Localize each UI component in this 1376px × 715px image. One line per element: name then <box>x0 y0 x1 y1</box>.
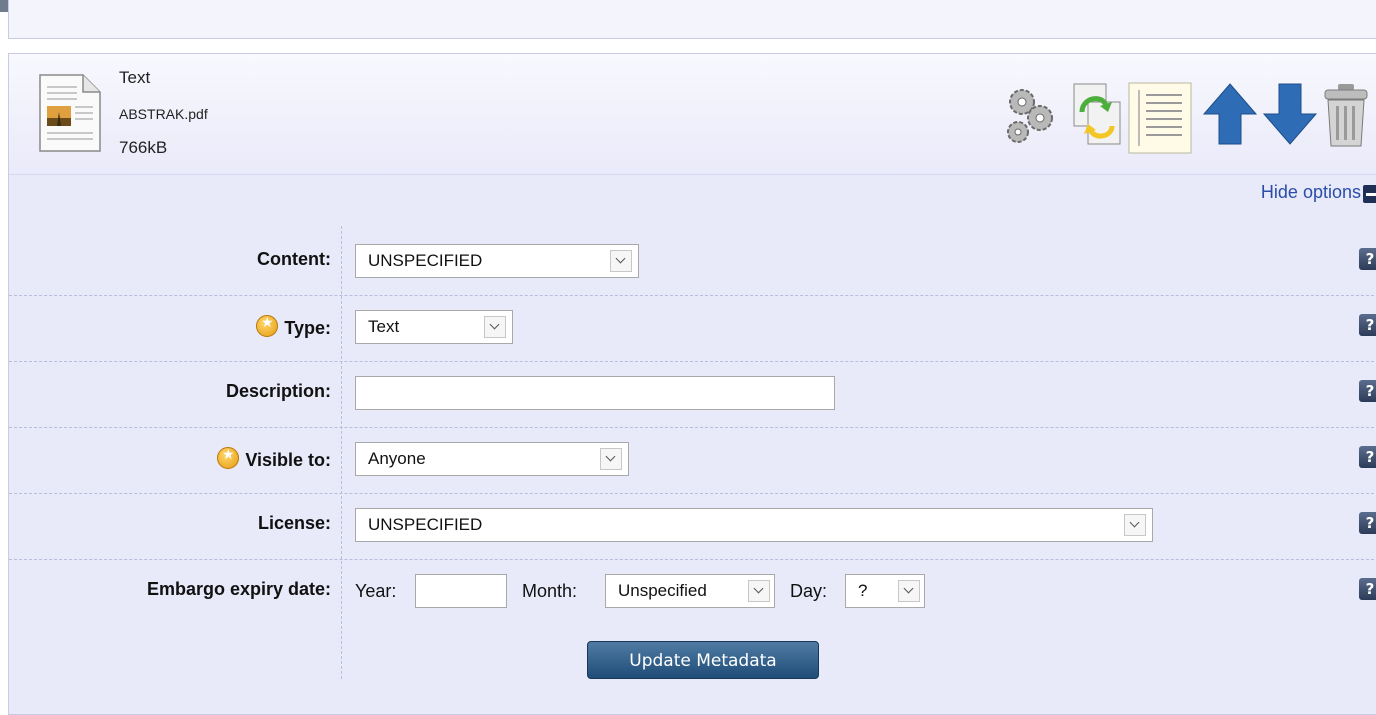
description-help-icon[interactable]: ? <box>1359 380 1376 402</box>
type-select[interactable]: Text <box>355 310 513 344</box>
chevron-down-icon <box>610 250 632 272</box>
top-section-box <box>8 0 1376 39</box>
collapse-icon[interactable] <box>1363 185 1376 203</box>
required-star-icon <box>256 315 279 337</box>
move-up-icon[interactable] <box>1202 82 1258 146</box>
visible-select[interactable]: Anyone <box>355 442 629 476</box>
content-help-icon[interactable]: ? <box>1359 248 1376 270</box>
visible-label-wrap: Visible to: <box>217 447 331 471</box>
license-select[interactable]: UNSPECIFIED <box>355 508 1153 542</box>
content-label: Content: <box>257 249 331 269</box>
visible-label: Visible to: <box>245 450 331 470</box>
description-label: Description: <box>225 381 331 401</box>
embargo-help-icon[interactable]: ? <box>1359 578 1376 600</box>
month-select[interactable]: Unspecified <box>605 574 775 608</box>
chevron-down-icon <box>748 580 770 602</box>
chevron-down-icon <box>898 580 920 602</box>
visible-help-icon[interactable]: ? <box>1359 446 1376 468</box>
license-help-icon[interactable]: ? <box>1359 512 1376 534</box>
file-type-label: Text <box>119 68 151 87</box>
trash-icon[interactable] <box>1322 82 1370 148</box>
required-star-icon <box>217 447 240 469</box>
visible-select-value: Anyone <box>368 449 426 468</box>
update-metadata-button[interactable]: Update Metadata <box>587 641 819 679</box>
year-input[interactable] <box>415 574 507 608</box>
year-label: Year: <box>355 581 397 601</box>
day-select[interactable]: ? <box>845 574 925 608</box>
chevron-down-icon <box>1124 514 1146 536</box>
day-select-value: ? <box>858 581 868 600</box>
content-row: Content: UNSPECIFIED ? <box>9 229 1376 296</box>
gears-icon[interactable] <box>1002 82 1058 148</box>
type-row: Type: Text ? <box>9 295 1376 362</box>
document-thumbnail-icon[interactable] <box>39 74 101 152</box>
document-panel: Text ABSTRAK.pdf 766kB Hide options Cont… <box>8 53 1376 715</box>
license-row: License: UNSPECIFIED ? <box>9 493 1376 560</box>
details-page-icon[interactable] <box>1128 82 1194 156</box>
embargo-label: Embargo expiry date: <box>146 579 331 599</box>
content-select-value: UNSPECIFIED <box>368 251 483 270</box>
type-help-icon[interactable]: ? <box>1359 314 1376 336</box>
type-select-value: Text <box>368 317 400 336</box>
day-label: Day: <box>790 581 828 601</box>
month-select-value: Unspecified <box>618 581 707 600</box>
hide-options-link[interactable]: Hide options <box>1261 182 1361 203</box>
file-header: Text ABSTRAK.pdf 766kB <box>9 54 1376 175</box>
content-select[interactable]: UNSPECIFIED <box>355 244 639 278</box>
description-input[interactable] <box>355 376 835 410</box>
chevron-down-icon <box>600 448 622 470</box>
type-label: Type: <box>284 318 331 338</box>
visible-row: Visible to: Anyone ? <box>9 427 1376 494</box>
type-label-wrap: Type: <box>256 315 331 339</box>
license-select-value: UNSPECIFIED <box>368 515 483 534</box>
description-row: Description: ? <box>9 361 1376 428</box>
replace-file-icon[interactable] <box>1070 82 1126 148</box>
month-label: Month: <box>522 581 578 601</box>
file-size: 766kB <box>119 138 168 157</box>
move-down-icon[interactable] <box>1262 82 1318 146</box>
embargo-row: Embargo expiry date: Year: Month: Unspec… <box>9 559 1376 625</box>
chevron-down-icon <box>484 316 506 338</box>
file-name[interactable]: ABSTRAK.pdf <box>119 106 208 122</box>
license-label: License: <box>257 513 331 533</box>
